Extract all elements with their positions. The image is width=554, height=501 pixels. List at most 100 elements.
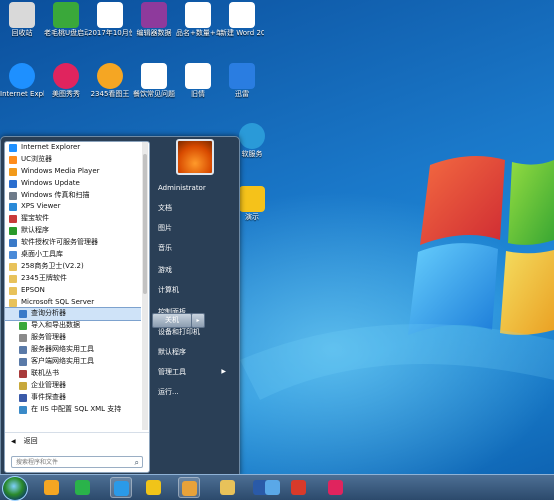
program-item[interactable]: Windows 传真和扫描 [5,190,141,202]
desktop-icon[interactable]: 美图秀秀 [44,63,88,99]
start-menu-link[interactable]: 文档 [152,199,232,217]
profiler-icon [19,393,27,402]
recycle-bin-icon [9,2,35,28]
network-tool-icon [19,346,27,355]
desktop-icon[interactable]: Internet Explorer [0,63,44,99]
media-player-icon [9,167,17,176]
back-button[interactable]: ◀ 返回 [5,432,149,448]
start-menu-link[interactable]: 管理工具 ▶ [152,363,232,381]
program-item[interactable]: EPSON [5,285,141,297]
chevron-right-icon: ▸ [196,317,200,324]
program-item[interactable]: 2345王牌软件 [5,273,141,285]
program-item[interactable]: 服务管理器 [5,332,141,344]
program-item[interactable]: Windows Media Player [5,166,141,178]
taskbar-sr-icon [291,480,306,495]
user-name-link[interactable]: Administrator [152,179,232,197]
desktop-icon[interactable]: 餐饮常见问题 [132,63,176,99]
taskbar-ie-icon [146,480,161,495]
uc-browser-icon [9,155,17,164]
program-item[interactable]: 服务器网络实用工具 [5,344,141,356]
start-menu-link[interactable]: 运行... [152,383,232,401]
magnifier-icon [239,123,265,149]
ie-icon [9,143,17,152]
desktop-icon[interactable]: 品名+数量+单价+小计... [176,2,220,38]
word-doc-icon [141,63,167,89]
start-menu-link[interactable]: 计算机 [152,281,232,299]
network-tool-icon [19,357,27,366]
desktop-icon[interactable]: 回收站 [0,2,44,38]
books-icon [19,369,27,378]
document-icon [97,2,123,28]
presentation-icon [239,186,265,212]
folder-icon [9,298,17,307]
desktop-icon[interactable]: 2345看图王 [88,63,132,99]
scrollbar-thumb[interactable] [143,154,147,294]
start-menu-link[interactable]: 音乐 [152,239,232,257]
program-item[interactable]: 事件探查器 [5,392,141,404]
ie-icon [9,63,35,89]
program-item[interactable]: 软件授权许可服务管理器 [5,237,141,249]
folder-icon [9,286,17,295]
taskbar-sr-button[interactable] [288,477,310,498]
desktop-icon[interactable]: 老毛桃U盘启动制作工具... [44,2,88,38]
fax-icon [9,191,17,200]
search-input[interactable]: 搜索程序和文件 ⌕ [11,456,143,468]
update-icon [9,179,17,188]
archive-icon [141,2,167,28]
query-analyzer-icon [19,310,27,319]
program-item[interactable]: 联机丛书 [5,368,141,380]
program-item[interactable]: Internet Explorer [5,142,141,154]
desktop-icon[interactable]: 迅雷 [220,63,264,99]
taskbar-meitu-icon [328,480,343,495]
desktop-icon[interactable]: 2017年10月份事安税品... [88,2,132,38]
usb-tool-icon [53,2,79,28]
program-item[interactable]: Windows Update [5,178,141,190]
program-item[interactable]: UC浏览器 [5,154,141,166]
all-programs-list[interactable]: Internet Explorer UC浏览器 Windows Media Play… [5,142,141,430]
taskbar-media-player-button[interactable] [72,477,94,498]
program-item[interactable]: 258商务卫士(V2.2) [5,261,141,273]
taskbar-browser-icon [44,480,59,495]
default-programs-icon [9,227,17,236]
taskbar-pictures-button[interactable] [262,477,284,498]
search-icon[interactable]: ⌕ [135,457,139,469]
taskbar-browser-button[interactable] [41,477,63,498]
desktop-icon[interactable]: 新建 Word 2003 [220,2,264,38]
start-menu-link[interactable]: 游戏 [152,261,232,279]
program-item[interactable]: 在 IIS 中配置 SQL XML 支持 [5,404,141,416]
start-menu-link[interactable]: 默认程序 [152,343,232,361]
start-menu-link[interactable]: 图片 [152,219,232,237]
program-item[interactable]: 客户端网络实用工具 [5,356,141,368]
program-item[interactable]: 企业管理器 [5,380,141,392]
program-item[interactable]: 导入和导出数据 [5,320,141,332]
app-icon [9,215,17,224]
user-picture[interactable] [176,139,214,175]
desktop-icon[interactable]: 旧情 [176,63,220,99]
taskbar-pictures-icon [265,480,280,495]
taskbar-uc-button[interactable] [110,477,132,498]
program-item[interactable]: 查询分析器 [5,307,141,322]
taskbar-uc-icon [114,481,129,496]
taskbar-meitu-button[interactable] [325,477,347,498]
taskbar-media-player-icon [75,480,90,495]
taskbar-window-button[interactable] [178,477,200,498]
license-icon [9,239,17,248]
taskbar-folder-button[interactable] [217,477,239,498]
start-button[interactable] [2,476,28,501]
program-item[interactable]: 默认程序 [5,225,141,237]
desktop-icon[interactable]: 编辑器数据 [132,2,176,38]
folder-icon [9,262,17,271]
shutdown-button[interactable]: 关机 [152,313,192,328]
shutdown-options-button[interactable]: ▸ [191,313,205,328]
program-item[interactable]: 桌面小工具库 [5,249,141,261]
word-doc-icon [229,2,255,28]
gadget-icon [9,250,17,259]
folder-icon [9,274,17,283]
program-item[interactable]: Microsoft SQL Server [5,297,141,309]
programs-scrollbar[interactable] [142,142,148,430]
taskbar-ie-button[interactable] [143,477,165,498]
meitu-icon [53,63,79,89]
program-item[interactable]: 猩宝软件 [5,213,141,225]
program-item[interactable]: XPS Viewer [5,201,141,213]
taskbar-folder-icon [220,480,235,495]
